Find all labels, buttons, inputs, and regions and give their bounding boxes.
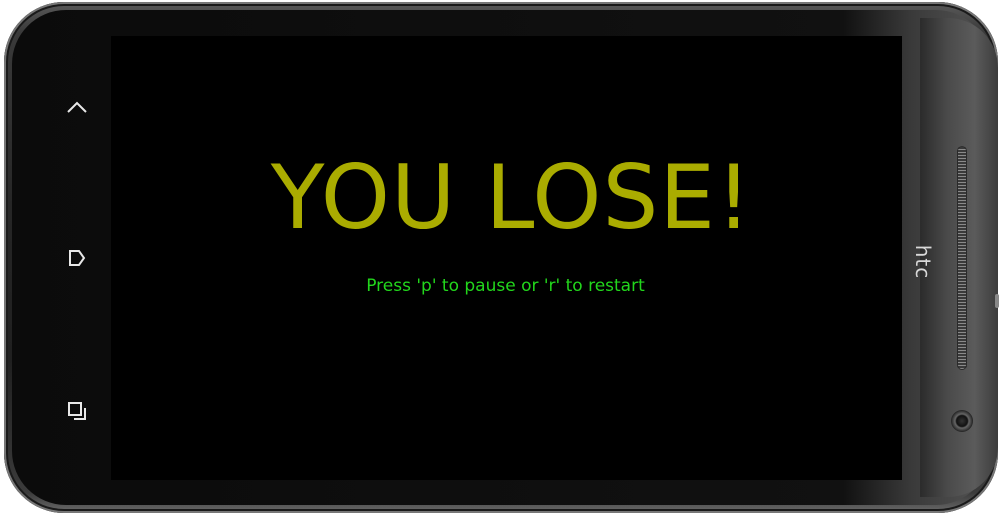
nav-recent-apps-button[interactable] — [64, 398, 90, 424]
recent-apps-icon — [68, 402, 86, 420]
brand-logo: htc — [911, 244, 935, 280]
nav-back-button[interactable] — [64, 94, 90, 120]
home-icon — [69, 250, 86, 266]
controls-hint: Press 'p' to pause or 'r' to restart — [366, 276, 645, 296]
game-screen[interactable]: YOU LOSE! Press 'p' to pause or 'r' to r… — [111, 36, 902, 480]
game-over-title: YOU LOSE! — [270, 146, 753, 249]
side-button[interactable] — [995, 294, 999, 308]
up-chevron-icon — [67, 101, 87, 113]
camera-icon — [951, 410, 973, 432]
nav-home-button[interactable] — [64, 245, 90, 271]
speaker-grille — [957, 146, 967, 370]
